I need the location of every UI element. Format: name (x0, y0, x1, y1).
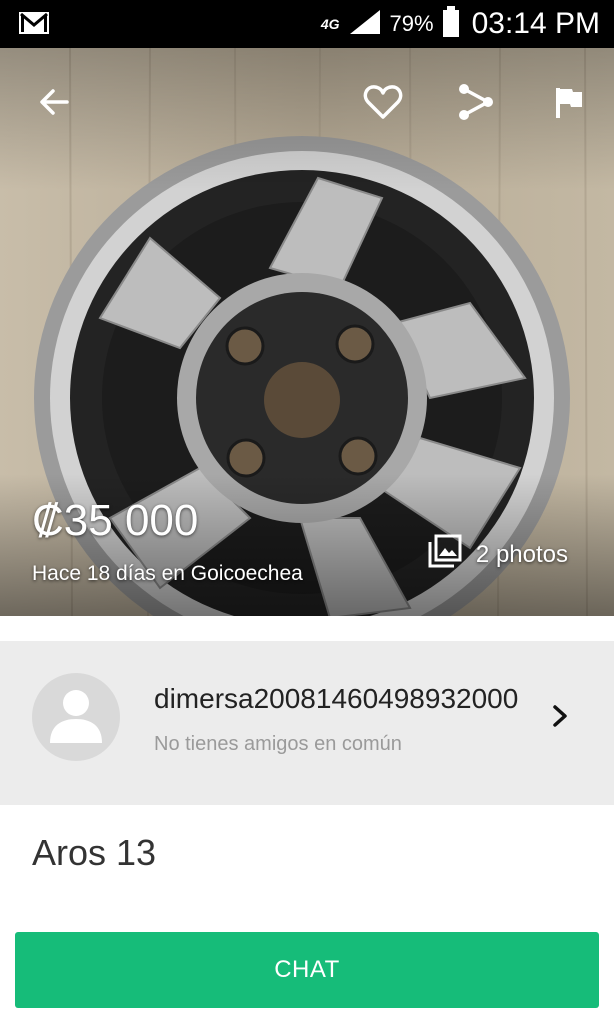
chat-button[interactable]: CHAT (15, 932, 599, 1008)
heart-icon[interactable] (359, 78, 407, 126)
listing-photo[interactable]: ₡35 000 Hace 18 días en Goicoechea 2 pho… (0, 48, 614, 616)
gallery-icon (428, 534, 462, 575)
network-type: 4G (320, 16, 340, 32)
status-bar: 4G 79% 03:14 PM (0, 0, 614, 48)
photo-count-label: 2 photos (475, 540, 568, 568)
mutual-friends-text: No tienes amigos en común (154, 733, 402, 755)
listing-posted-info: Hace 18 días en Goicoechea (32, 562, 303, 585)
avatar[interactable] (32, 673, 120, 761)
battery-icon (442, 5, 460, 43)
listing-price: ₡35 000 (32, 496, 199, 545)
chevron-right-icon[interactable] (548, 703, 572, 734)
back-arrow-icon[interactable] (30, 78, 78, 126)
battery-percent: 79% (389, 11, 434, 36)
clock: 03:14 PM (471, 7, 600, 40)
flag-icon[interactable] (545, 78, 593, 126)
seller-username: dimersa20081460498932000 (154, 683, 519, 714)
signal-icon (348, 8, 382, 41)
photo-toolbar (0, 48, 614, 158)
seller-card[interactable]: dimersa20081460498932000 No tienes amigo… (0, 641, 614, 805)
gmail-icon (18, 11, 50, 40)
photo-count[interactable]: 2 photos (428, 534, 568, 575)
share-icon[interactable] (452, 78, 500, 126)
listing-title: Aros 13 (32, 832, 157, 873)
